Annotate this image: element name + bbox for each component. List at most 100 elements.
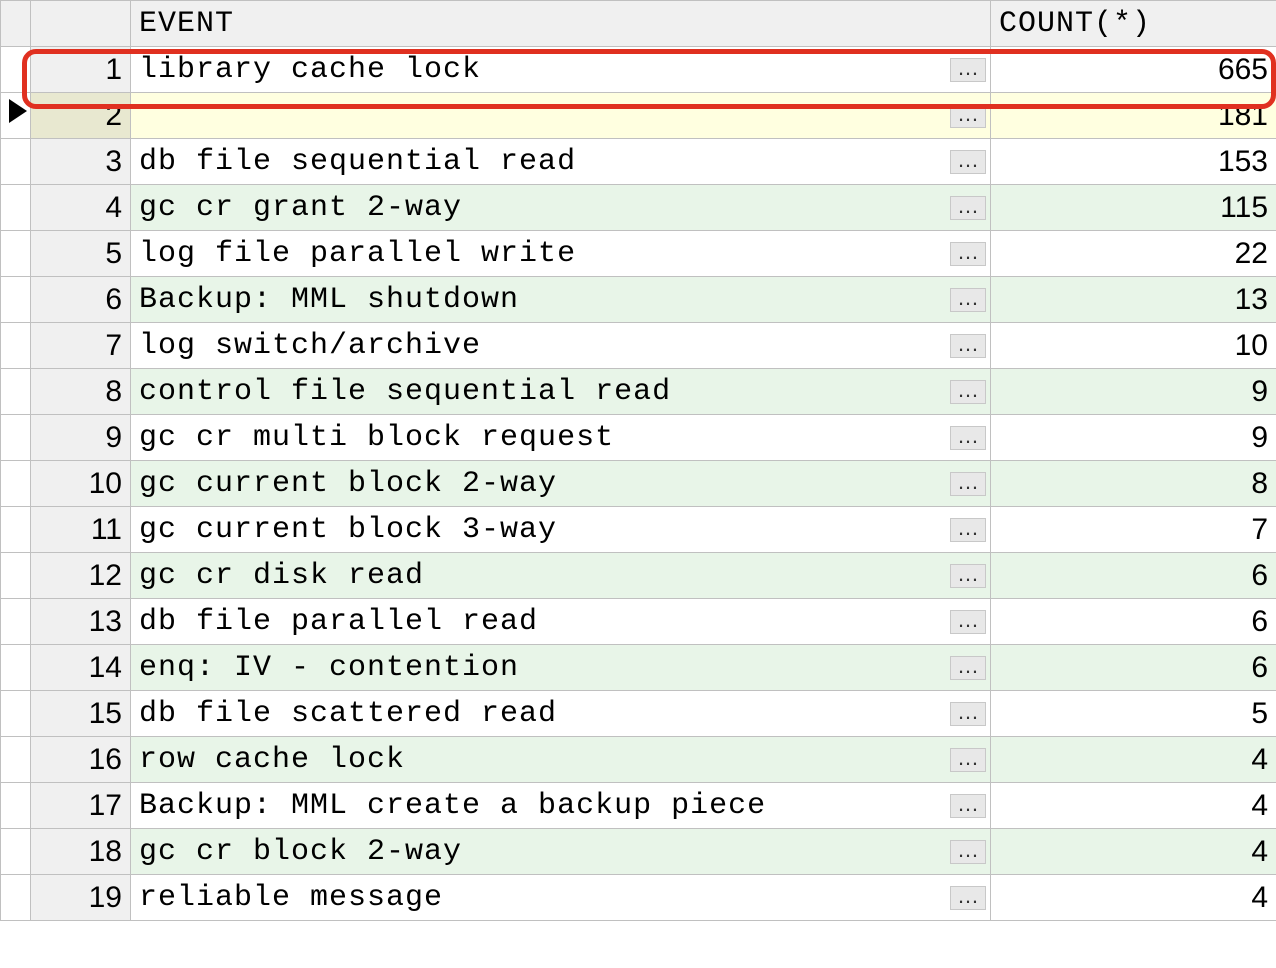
cell-expand-button[interactable]: …	[950, 518, 986, 542]
table-row[interactable]: 19reliable message…4	[1, 875, 1276, 921]
row-number: 1	[31, 47, 131, 93]
count-cell[interactable]: 181	[991, 93, 1276, 139]
cell-expand-button[interactable]: …	[950, 748, 986, 772]
cell-expand-button[interactable]: …	[950, 610, 986, 634]
table-row[interactable]: 7log switch/archive…10	[1, 323, 1276, 369]
row-number: 11	[31, 507, 131, 553]
table-row[interactable]: 14enq: IV - contention…6	[1, 645, 1276, 691]
cell-expand-button[interactable]: …	[950, 242, 986, 266]
row-marker	[1, 277, 31, 323]
cell-expand-button[interactable]: …	[950, 380, 986, 404]
cell-expand-button[interactable]: …	[950, 794, 986, 818]
count-cell[interactable]: 10	[991, 323, 1276, 369]
table-row[interactable]: 8control file sequential read…9	[1, 369, 1276, 415]
table-row[interactable]: 10gc current block 2-way…8	[1, 461, 1276, 507]
count-cell[interactable]: 4	[991, 875, 1276, 921]
cell-expand-button[interactable]: …	[950, 564, 986, 588]
count-cell[interactable]: 8	[991, 461, 1276, 507]
event-value: gc current block 3-way	[139, 513, 557, 547]
cell-expand-button[interactable]: …	[950, 426, 986, 450]
count-cell[interactable]: 4	[991, 829, 1276, 875]
event-cell[interactable]: gc current block 2-way …	[131, 461, 991, 507]
event-cell[interactable]: library cache lock…	[131, 47, 991, 93]
grid-header-count[interactable]: COUNT(*)	[991, 1, 1276, 47]
event-cell[interactable]: gc cr disk read …	[131, 553, 991, 599]
count-cell[interactable]: 115	[991, 185, 1276, 231]
count-cell[interactable]: 6	[991, 599, 1276, 645]
table-row[interactable]: 4gc cr grant 2-way…115	[1, 185, 1276, 231]
cell-expand-button[interactable]: …	[950, 58, 986, 82]
cell-expand-button[interactable]: …	[950, 702, 986, 726]
table-row[interactable]: 13db file parallel read…6	[1, 599, 1276, 645]
count-cell[interactable]: 6	[991, 553, 1276, 599]
event-cell[interactable]: log switch/archive…	[131, 323, 991, 369]
cell-expand-button[interactable]: …	[950, 104, 986, 128]
event-cell[interactable]: db file sequential read …	[131, 139, 991, 185]
event-cell[interactable]: gc cr multi block request…	[131, 415, 991, 461]
event-cell[interactable]: row cache lock…	[131, 737, 991, 783]
cell-expand-button[interactable]: …	[950, 196, 986, 220]
table-row[interactable]: 6Backup: MML shutdown…13	[1, 277, 1276, 323]
event-cell[interactable]: db file parallel read…	[131, 599, 991, 645]
row-marker	[1, 737, 31, 783]
event-cell[interactable]: reliable message…	[131, 875, 991, 921]
event-cell[interactable]: gc cr block 2-way…	[131, 829, 991, 875]
event-value: gc current block 2-way	[139, 467, 557, 501]
count-cell[interactable]: 6	[991, 645, 1276, 691]
cell-expand-button[interactable]: …	[950, 150, 986, 174]
count-cell[interactable]: 9	[991, 415, 1276, 461]
count-cell[interactable]: 13	[991, 277, 1276, 323]
event-cell[interactable]: enq: IV - contention…	[131, 645, 991, 691]
event-cell[interactable]: gc current block 3-way …	[131, 507, 991, 553]
table-row[interactable]: 3db file sequential read …153	[1, 139, 1276, 185]
row-number: 3	[31, 139, 131, 185]
count-cell[interactable]: 4	[991, 737, 1276, 783]
grid-header-event[interactable]: EVENT	[131, 1, 991, 47]
count-cell[interactable]: 4	[991, 783, 1276, 829]
cell-expand-button[interactable]: …	[950, 886, 986, 910]
event-cell[interactable]: Backup: MML create a backup piece …	[131, 783, 991, 829]
count-cell[interactable]: 22	[991, 231, 1276, 277]
row-marker	[1, 829, 31, 875]
grid-header-rownum[interactable]	[31, 1, 131, 47]
event-value: Backup: MML shutdown	[139, 283, 519, 317]
row-number: 9	[31, 415, 131, 461]
cell-expand-button[interactable]: …	[950, 334, 986, 358]
count-cell[interactable]: 7	[991, 507, 1276, 553]
row-marker	[1, 47, 31, 93]
event-cell[interactable]: …	[131, 93, 991, 139]
row-number: 14	[31, 645, 131, 691]
results-grid[interactable]: EVENT COUNT(*) 1library cache lock…6652……	[0, 0, 1276, 921]
event-cell[interactable]: Backup: MML shutdown …	[131, 277, 991, 323]
table-row[interactable]: 5log file parallel write…22	[1, 231, 1276, 277]
table-row[interactable]: 12gc cr disk read…6	[1, 553, 1276, 599]
count-cell[interactable]: 5	[991, 691, 1276, 737]
table-row[interactable]: 18gc cr block 2-way…4	[1, 829, 1276, 875]
event-value: db file sequential read	[139, 145, 576, 179]
event-cell[interactable]: db file scattered read …	[131, 691, 991, 737]
cell-expand-button[interactable]: …	[950, 288, 986, 312]
event-value: gc cr disk read	[139, 559, 424, 593]
event-cell[interactable]: control file sequential read…	[131, 369, 991, 415]
cell-expand-button[interactable]: …	[950, 840, 986, 864]
row-marker	[1, 185, 31, 231]
table-row[interactable]: 1library cache lock…665	[1, 47, 1276, 93]
event-cell[interactable]: gc cr grant 2-way…	[131, 185, 991, 231]
row-number: 4	[31, 185, 131, 231]
event-cell[interactable]: log file parallel write…	[131, 231, 991, 277]
table-row[interactable]: 2…181	[1, 93, 1276, 139]
row-marker	[1, 691, 31, 737]
count-cell[interactable]: 665	[991, 47, 1276, 93]
table-row[interactable]: 17Backup: MML create a backup piece…4	[1, 783, 1276, 829]
count-cell[interactable]: 153	[991, 139, 1276, 185]
row-marker	[1, 415, 31, 461]
event-value: Backup: MML create a backup piece	[139, 789, 766, 823]
cell-expand-button[interactable]: …	[950, 472, 986, 496]
cell-expand-button[interactable]: …	[950, 656, 986, 680]
table-row[interactable]: 9gc cr multi block request…9	[1, 415, 1276, 461]
count-cell[interactable]: 9	[991, 369, 1276, 415]
event-value: db file scattered read	[139, 697, 557, 731]
table-row[interactable]: 15db file scattered read…5	[1, 691, 1276, 737]
table-row[interactable]: 11gc current block 3-way …7	[1, 507, 1276, 553]
table-row[interactable]: 16row cache lock…4	[1, 737, 1276, 783]
